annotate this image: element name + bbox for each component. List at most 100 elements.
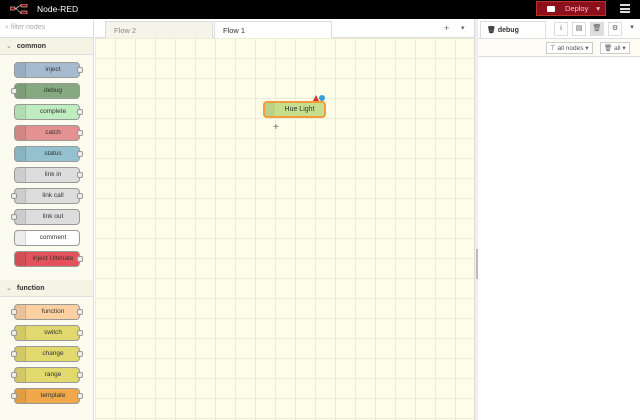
chevron-down-icon: ⌄ [6,285,12,292]
output-port [77,393,83,399]
palette-node-comment[interactable]: comment [14,230,80,246]
node-icon [15,252,26,266]
palette-node-status[interactable]: status [14,146,83,162]
sidebar-menu-caret[interactable]: ▾ [625,22,639,36]
palette-node-range[interactable]: range [11,367,83,383]
output-port [77,130,83,136]
input-port [11,372,17,378]
debug-messages [478,58,640,420]
add-flow-button[interactable]: + [444,23,449,33]
deploy-icon [547,5,555,12]
palette-node-change[interactable]: change [11,346,83,362]
output-port [77,351,83,357]
palette: ⌕ filter nodes ⌄ common inject debug complet… [0,19,94,420]
deploy-button[interactable]: Deploy ▾ [536,1,606,16]
category-common[interactable]: ⌄ common [0,38,93,55]
palette-node-complete[interactable]: complete [14,104,83,120]
node-label: template [40,392,66,399]
changed-dot-icon [319,95,325,101]
clear-label: all [614,45,621,52]
palette-node-inject[interactable]: inject [14,62,83,78]
category-label: function [16,285,45,292]
debug-filter-button[interactable]: ⊤ all nodes ▾ [546,42,593,54]
node-icon [15,231,26,245]
info-icon[interactable]: i [554,22,568,36]
input-port [11,393,17,399]
filter-placeholder: filter nodes [10,24,46,31]
tab-flow-1[interactable]: Flow 1 [214,21,332,39]
palette-node-function[interactable]: function [11,304,83,320]
debug-icon[interactable]: 🗑 [590,22,604,36]
node-label: switch [43,329,63,336]
category-label: common [16,43,47,50]
palette-node-link-call[interactable]: link call [11,188,83,204]
palette-node-link-out[interactable]: link out [11,209,80,225]
input-port [11,193,17,199]
input-port [11,214,17,220]
filter-nodes-input[interactable]: ⌕ filter nodes [0,19,93,38]
node-label: debug [43,87,63,94]
palette-node-link-in[interactable]: link in [14,167,83,183]
deploy-label: Deploy [565,4,589,13]
category-function[interactable]: ⌄ function [0,280,93,297]
flow-list-button[interactable]: ▾ [461,24,465,32]
node-red-logo-icon [10,4,28,14]
input-port [11,88,17,94]
main-menu-icon[interactable] [620,4,630,13]
category-nodes: inject debug complete catch status link in lin… [0,55,93,280]
input-port [11,309,17,315]
deploy-options-caret[interactable]: ▾ [596,4,600,13]
node-label: inject [45,66,61,73]
output-port [77,151,83,157]
output-port [77,193,83,199]
node-label: catch [45,129,61,136]
hue-light-node[interactable]: Hue Light [263,101,326,118]
output-port [77,372,83,378]
tab-debug[interactable]: 🗑 debug [480,21,546,39]
node-label: change [42,350,64,357]
node-icon [15,168,26,182]
filter-label: all nodes [557,45,584,52]
tab-label: Flow 1 [223,26,246,35]
output-port [77,109,83,115]
sidebar: 🗑 debug i ▤ 🗑 ⚙ ▾ ⊤ all nodes ▾ 🗑 all ▾ [478,19,640,420]
node-label: comment [39,234,67,241]
flow-canvas[interactable]: Hue Light + [95,38,474,420]
input-port [11,351,17,357]
palette-node-inject-ultimate[interactable]: inject Ultimate [14,251,83,267]
tab-label: debug [497,27,519,34]
workspace-tabs: Flow 2 Flow 1 + ▾ [95,19,475,39]
node-icon [265,103,275,116]
config-icon[interactable]: ⚙ [608,22,622,36]
node-label: status [44,150,62,157]
tab-label: Flow 2 [114,26,137,35]
palette-node-debug[interactable]: debug [11,83,80,99]
input-port [11,330,17,336]
header: Node-RED Deploy ▾ [0,0,640,19]
node-label: link in [44,171,62,178]
cursor-crosshair: + [273,122,279,133]
palette-node-switch[interactable]: switch [11,325,83,341]
help-icon[interactable]: ▤ [572,22,586,36]
node-label: link out [42,213,64,220]
category-nodes: function switch change range template [0,297,93,417]
palette-node-template[interactable]: template [11,388,83,404]
output-port [77,172,83,178]
node-icon [15,147,26,161]
output-port [77,330,83,336]
tab-flow-2[interactable]: Flow 2 [105,21,213,38]
bug-icon: 🗑 [487,27,496,34]
node-icon [15,105,26,119]
output-port [77,67,83,73]
app-title: Node-RED [37,4,79,14]
node-label: link call [42,192,64,199]
node-label: complete [39,108,67,115]
workspace: Flow 2 Flow 1 + ▾ Hue Light + [95,19,475,420]
node-label: Hue Light [284,106,315,113]
node-icon [15,63,26,77]
clear-debug-button[interactable]: 🗑 all ▾ [600,42,630,54]
node-label: range [44,371,62,378]
palette-node-catch[interactable]: catch [14,125,83,141]
chevron-down-icon: ⌄ [6,43,12,50]
output-port [77,309,83,315]
